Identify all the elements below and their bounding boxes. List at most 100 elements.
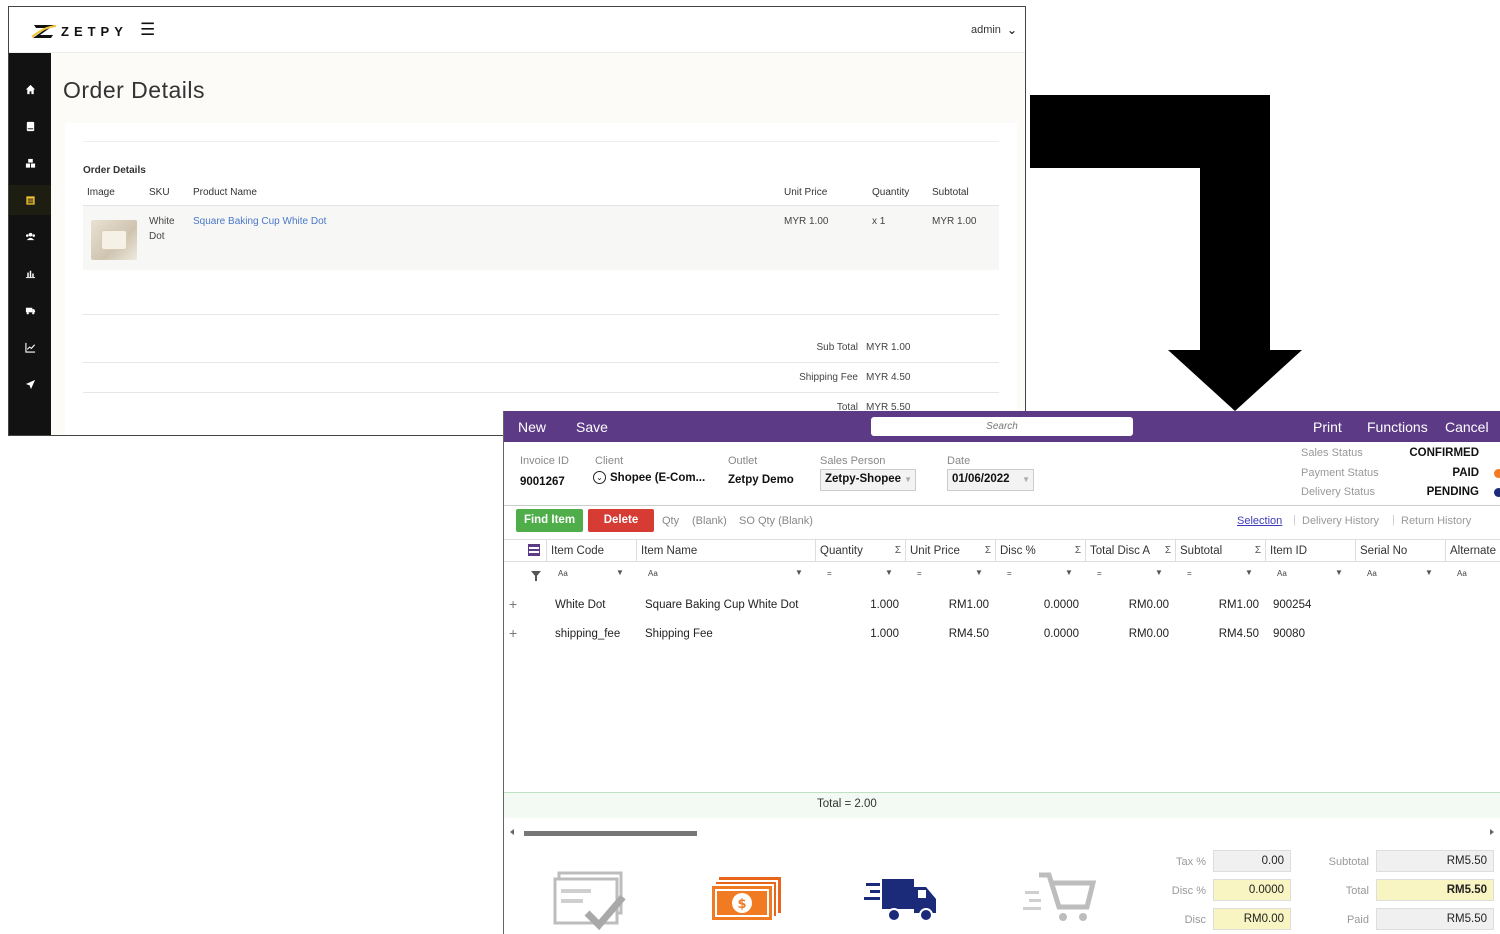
equals-filter-icon[interactable]: = (1007, 569, 1012, 578)
tax-input[interactable]: 0.00 (1213, 850, 1291, 872)
item-id-cell[interactable]: 900254 (1273, 599, 1311, 611)
product-name-link[interactable]: Square Baking Cup White Dot (193, 214, 326, 229)
users-icon[interactable] (9, 221, 51, 251)
item-name-cell[interactable]: Square Baking Cup White Dot (645, 599, 798, 611)
scroll-left-icon[interactable] (510, 829, 514, 835)
item-name-cell[interactable]: Shipping Fee (645, 628, 713, 640)
book-icon[interactable] (9, 111, 51, 141)
text-filter-icon[interactable]: Aa (1277, 569, 1287, 578)
delivery-truck-icon[interactable] (862, 869, 942, 934)
col-header-quantity[interactable]: Quantity Σ (815, 540, 905, 562)
cancel-button[interactable]: Cancel (1445, 419, 1489, 435)
equals-filter-icon[interactable]: = (1097, 569, 1102, 578)
scrollbar-thumb[interactable] (524, 831, 697, 836)
col-header-total-disc[interactable]: Total Disc A Σ (1085, 540, 1175, 562)
item-code-cell[interactable]: shipping_fee (555, 628, 620, 640)
table-row[interactable]: + White Dot Square Baking Cup White Dot … (504, 591, 1500, 620)
col-header-item-code[interactable]: Item Code (546, 540, 636, 562)
search-input[interactable]: Search (871, 417, 1133, 436)
orders-icon[interactable] (9, 185, 51, 215)
col-header-subtotal[interactable]: Subtotal Σ (1175, 540, 1265, 562)
save-button[interactable]: Save (576, 419, 608, 435)
product-image[interactable] (91, 220, 137, 260)
page-title: Order Details (63, 77, 205, 103)
col-header-item-id[interactable]: Item ID (1265, 540, 1355, 562)
column-chooser-icon[interactable] (528, 544, 540, 556)
payment-status-dot (1494, 469, 1500, 478)
grid-header: Item Code Item Name Quantity Σ Unit Price… (504, 540, 1500, 562)
item-id-cell[interactable]: 90080 (1273, 628, 1305, 640)
text-filter-icon[interactable]: Aa (558, 569, 568, 578)
user-menu[interactable]: admin ⌄ (971, 23, 1017, 37)
outlet-value: Zetpy Demo (728, 474, 794, 486)
send-icon[interactable] (9, 369, 51, 399)
total-disc-cell[interactable]: RM0.00 (1085, 599, 1169, 611)
zetpy-logo[interactable]: ZETPY (31, 21, 128, 41)
chevron-down-icon[interactable]: ▼ (1245, 568, 1253, 577)
disc-input[interactable]: RM0.00 (1213, 908, 1291, 930)
scroll-right-icon[interactable] (1490, 829, 1494, 835)
chevron-down-icon[interactable]: ▼ (1335, 568, 1343, 577)
col-header-unit-price[interactable]: Unit Price Σ (905, 540, 995, 562)
table-row[interactable]: + shipping_fee Shipping Fee 1.000 RM4.50… (504, 620, 1500, 649)
print-button[interactable]: Print (1313, 419, 1342, 435)
text-filter-icon[interactable]: Aa (648, 569, 658, 578)
tab-delivery-history[interactable]: Delivery History (1302, 515, 1379, 527)
chevron-down-icon[interactable]: ▼ (795, 568, 803, 577)
col-header-item-name[interactable]: Item Name (636, 540, 815, 562)
qty-label: Qty (662, 515, 680, 527)
chevron-down-icon[interactable]: ▼ (975, 568, 983, 577)
subtotal-cell[interactable]: RM1.00 (1175, 599, 1259, 611)
tab-return-history[interactable]: Return History (1401, 515, 1471, 527)
approve-document-icon[interactable] (549, 869, 629, 934)
text-filter-icon[interactable]: Aa (1367, 569, 1377, 578)
unit-price-cell[interactable]: RM4.50 (905, 628, 989, 640)
expand-row-icon[interactable]: + (509, 596, 517, 612)
functions-button[interactable]: Functions (1367, 419, 1428, 435)
paid-value: RM5.50 (1376, 908, 1494, 930)
client-value[interactable]: Shopee (E-Com... (610, 472, 705, 484)
date-picker[interactable]: 01/06/2022 ▼ (947, 469, 1034, 491)
horizontal-scrollbar[interactable] (504, 826, 1500, 840)
disc-pct-input[interactable]: 0.0000 (1213, 879, 1291, 901)
disc-pct-cell[interactable]: 0.0000 (995, 599, 1079, 611)
delete-button[interactable]: Delete (588, 509, 654, 532)
unit-price-cell[interactable]: RM1.00 (905, 599, 989, 611)
web-sidebar (9, 53, 51, 435)
truck-icon[interactable] (9, 295, 51, 325)
quantity-cell[interactable]: 1.000 (815, 628, 899, 640)
bar-chart-icon[interactable] (9, 258, 51, 288)
chevron-down-icon[interactable]: ▼ (1155, 568, 1163, 577)
client-select-icon[interactable]: ⌄ (593, 471, 606, 484)
col-header-disc-pct[interactable]: Disc % Σ (995, 540, 1085, 562)
line-chart-icon[interactable] (9, 332, 51, 362)
equals-filter-icon[interactable]: = (1187, 569, 1192, 578)
filter-icon[interactable] (531, 571, 541, 581)
disc-pct-cell[interactable]: 0.0000 (995, 628, 1079, 640)
tab-selection[interactable]: Selection (1237, 515, 1282, 527)
total-disc-cell[interactable]: RM0.00 (1085, 628, 1169, 640)
payment-status-label: Payment Status (1301, 467, 1379, 479)
quantity-cell[interactable]: 1.000 (815, 599, 899, 611)
find-item-button[interactable]: Find Item (516, 509, 583, 532)
new-button[interactable]: New (518, 419, 546, 435)
invoice-id-value: 9001267 (520, 476, 565, 488)
hamburger-menu-icon[interactable]: ☰ (140, 21, 155, 39)
col-header-alternate[interactable]: Alternate (1445, 540, 1500, 562)
subtotal-cell[interactable]: RM4.50 (1175, 628, 1259, 640)
equals-filter-icon[interactable]: = (917, 569, 922, 578)
chevron-down-icon[interactable]: ▼ (1065, 568, 1073, 577)
payment-money-icon[interactable]: $ (707, 869, 787, 934)
equals-filter-icon[interactable]: = (827, 569, 832, 578)
chevron-down-icon[interactable]: ▼ (616, 568, 624, 577)
text-filter-icon[interactable]: Aa (1457, 569, 1467, 578)
chevron-down-icon[interactable]: ▼ (885, 568, 893, 577)
home-icon[interactable] (9, 74, 51, 104)
item-code-cell[interactable]: White Dot (555, 599, 606, 611)
col-header-serial-no[interactable]: Serial No (1355, 540, 1445, 562)
chevron-down-icon[interactable]: ▼ (1425, 568, 1433, 577)
sales-person-select[interactable]: Zetpy-Shopee ▼ (820, 469, 916, 491)
expand-row-icon[interactable]: + (509, 625, 517, 641)
boxes-icon[interactable] (9, 148, 51, 178)
shopping-cart-icon[interactable] (1019, 869, 1099, 934)
